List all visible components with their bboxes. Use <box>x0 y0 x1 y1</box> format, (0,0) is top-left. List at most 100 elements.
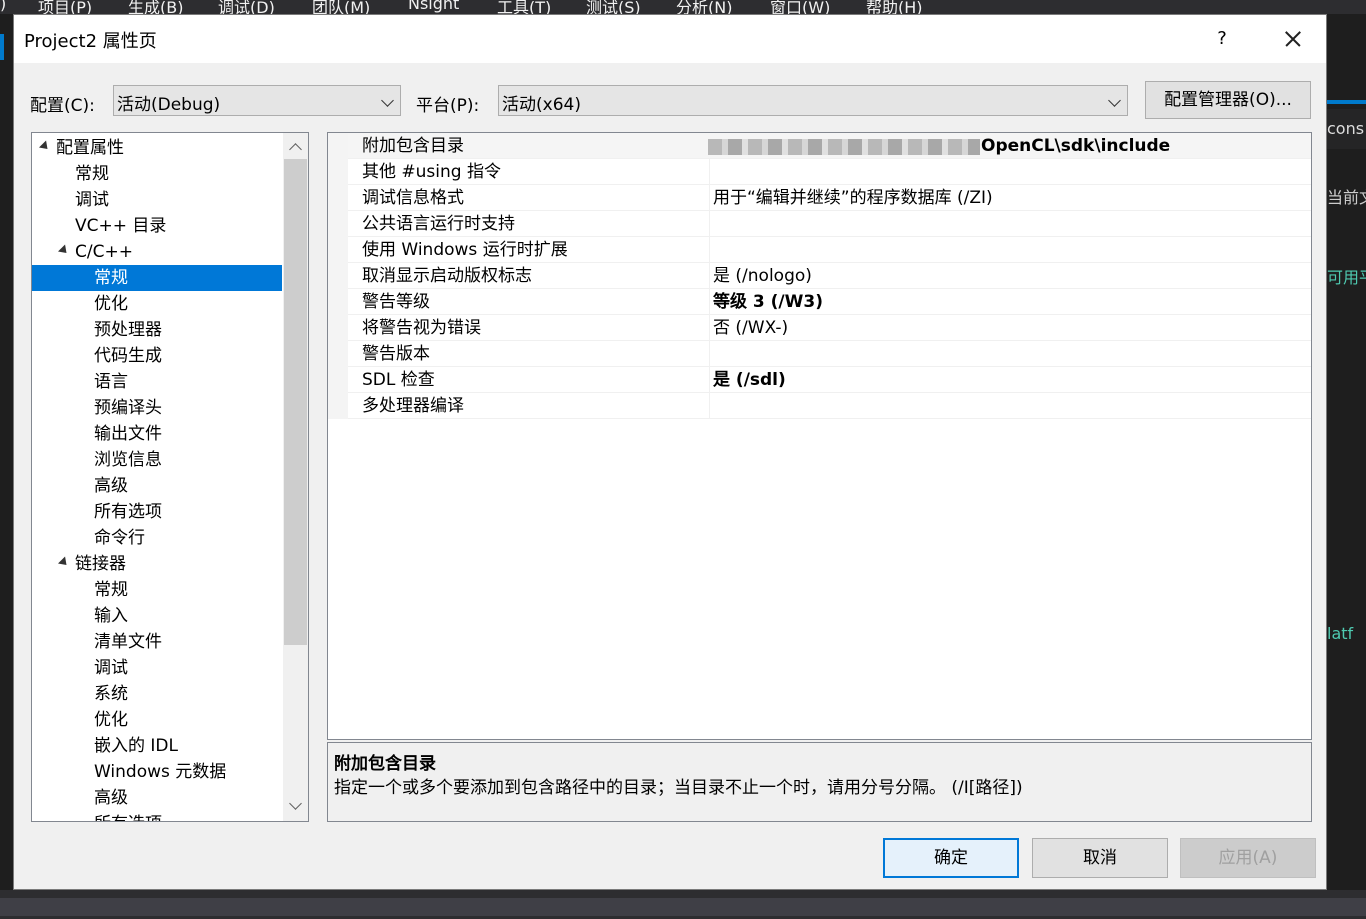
expand-arrow-icon[interactable] <box>57 556 71 569</box>
tree-item-linker-input[interactable]: 输入 <box>94 603 128 629</box>
tree-item-config-properties[interactable]: 配置属性 <box>56 135 124 161</box>
platform-select[interactable]: 活动(x64) <box>498 85 1128 116</box>
property-name: 其他 #using 指令 <box>362 162 501 182</box>
property-value[interactable]: 用于“编辑并继续”的程序数据库 (/ZI) <box>713 185 993 211</box>
tree-item-debugging[interactable]: 调试 <box>75 187 109 213</box>
tree-item-code-generation[interactable]: 代码生成 <box>94 343 162 369</box>
close-icon[interactable] <box>1272 23 1312 55</box>
tree-item-vc-directories[interactable]: VC++ 目录 <box>75 213 166 239</box>
column-divider <box>709 367 710 393</box>
property-value[interactable]: 是 (/nologo) <box>713 263 812 289</box>
description-title: 附加包含目录 <box>334 754 436 774</box>
ide-menu-debug[interactable]: 调试(D) <box>218 0 275 14</box>
description-body: 指定一个或多个要添加到包含路径中的目录；当目录不止一个时，请用分号分隔。 (/I… <box>334 778 1023 798</box>
table-row[interactable]: 调试信息格式 用于“编辑并继续”的程序数据库 (/ZI) <box>328 185 1311 211</box>
chevron-down-icon <box>381 94 394 107</box>
column-divider <box>709 263 710 289</box>
tree-item-general[interactable]: 常规 <box>75 161 109 187</box>
help-button[interactable]: ? <box>1204 23 1240 55</box>
tree-item-cpp-general-selected[interactable]: 常规 <box>32 265 282 291</box>
config-select-value: 活动(Debug) <box>117 95 221 115</box>
property-name: 使用 Windows 运行时扩展 <box>362 240 568 260</box>
table-row[interactable]: 公共语言运行时支持 <box>328 211 1311 237</box>
column-divider <box>709 159 710 185</box>
ide-menu-analyze[interactable]: 分析(N) <box>676 0 732 14</box>
ide-menu-test[interactable]: 测试(S) <box>586 0 641 14</box>
ide-menu-build[interactable]: 生成(B) <box>128 0 183 14</box>
ide-menu-team[interactable]: 团队(M) <box>312 0 370 14</box>
table-row[interactable]: 其他 #using 指令 <box>328 159 1311 185</box>
ide-menu-bar: ) 项目(P) 生成(B) 调试(D) 团队(M) Nsight 工具(T) 测… <box>0 0 1366 14</box>
dialog-titlebar: Project2 属性页 ? <box>14 15 1326 63</box>
property-grid: 附加包含目录 OpenCL\sdk\include 其他 #using 指令 调… <box>327 132 1312 740</box>
table-row[interactable]: 警告等级 等级 3 (/W3) <box>328 289 1311 315</box>
tree-item-language[interactable]: 语言 <box>94 369 128 395</box>
tree-item-advanced[interactable]: 高级 <box>94 473 128 499</box>
ok-button[interactable]: 确定 <box>883 838 1019 878</box>
ide-right-text: 当前文 <box>1327 188 1366 207</box>
ide-menu-nsight[interactable]: Nsight <box>408 0 459 13</box>
tree-item-output-files[interactable]: 输出文件 <box>94 421 162 447</box>
ide-right-panel: cons 当前文 可用平 latf <box>1327 14 1366 919</box>
table-row[interactable]: 多处理器编译 <box>328 393 1311 419</box>
property-value[interactable]: OpenCL\sdk\include <box>981 133 1170 159</box>
ide-right-text: cons <box>1327 109 1366 149</box>
tree-item-linker-advanced[interactable]: 高级 <box>94 785 128 811</box>
column-divider <box>709 237 710 263</box>
expand-arrow-icon[interactable] <box>38 140 52 153</box>
tree-item-optimization[interactable]: 优化 <box>94 291 128 317</box>
row-gutter <box>328 263 348 289</box>
ide-menu-window[interactable]: 窗口(W) <box>770 0 830 14</box>
table-row[interactable]: 警告版本 <box>328 341 1311 367</box>
scrollbar-thumb[interactable] <box>284 159 307 645</box>
row-gutter <box>328 393 348 419</box>
tree-item-browse-info[interactable]: 浏览信息 <box>94 447 162 473</box>
property-value[interactable]: 是 (/sdl) <box>713 367 786 393</box>
table-row[interactable]: 使用 Windows 运行时扩展 <box>328 237 1311 263</box>
row-gutter <box>328 289 348 315</box>
tree-item-all-options[interactable]: 所有选项 <box>94 499 162 525</box>
property-name: 取消显示启动版权标志 <box>362 266 532 286</box>
tree-item-linker-all-options[interactable]: 所有选项 <box>94 811 162 821</box>
chevron-down-icon[interactable] <box>289 797 302 810</box>
ide-menu-help[interactable]: 帮助(H) <box>866 0 923 14</box>
ide-menu-tools[interactable]: 工具(T) <box>497 0 551 14</box>
property-name: 将警告视为错误 <box>362 318 481 338</box>
ide-menu-fragment[interactable]: ) <box>0 0 6 13</box>
tree-scrollbar[interactable] <box>283 133 308 821</box>
tree-item-cpp[interactable]: C/C++ <box>75 239 133 265</box>
table-row[interactable]: 附加包含目录 OpenCL\sdk\include <box>328 133 1311 159</box>
chevron-up-icon[interactable] <box>289 143 302 156</box>
tree-item-embedded-idl[interactable]: 嵌入的 IDL <box>94 733 178 759</box>
config-select[interactable]: 活动(Debug) <box>113 85 401 116</box>
table-row[interactable]: 取消显示启动版权标志 是 (/nologo) <box>328 263 1311 289</box>
tree-item-windows-metadata[interactable]: Windows 元数据 <box>94 759 226 785</box>
tree-item-linker-debugging[interactable]: 调试 <box>94 655 128 681</box>
tree-item-linker[interactable]: 链接器 <box>75 551 126 577</box>
tree-item-manifest-file[interactable]: 清单文件 <box>94 629 162 655</box>
table-row[interactable]: SDL 检查 是 (/sdl) <box>328 367 1311 393</box>
dialog-title: Project2 属性页 <box>24 31 157 52</box>
table-row[interactable]: 将警告视为错误 否 (/WX-) <box>328 315 1311 341</box>
tree-item-system[interactable]: 系统 <box>94 681 128 707</box>
tree-item-preprocessor[interactable]: 预处理器 <box>94 317 162 343</box>
ide-right-code: 可用平 <box>1327 268 1366 287</box>
tree-item-precompiled-headers[interactable]: 预编译头 <box>94 395 162 421</box>
ide-menu-project[interactable]: 项目(P) <box>38 0 92 14</box>
property-tree: 配置属性 常规 调试 VC++ 目录 C/C++ 常规 优化 预处理器 代码生成… <box>31 132 309 822</box>
ide-bottom-bar <box>0 890 1366 919</box>
property-name: 附加包含目录 <box>362 136 464 156</box>
config-manager-button[interactable]: 配置管理器(O)... <box>1145 81 1311 119</box>
tree-item-command-line[interactable]: 命令行 <box>94 525 145 551</box>
tree-item-linker-general[interactable]: 常规 <box>94 577 128 603</box>
apply-button[interactable]: 应用(A) <box>1180 838 1316 878</box>
row-gutter <box>328 237 348 263</box>
property-value[interactable]: 等级 3 (/W3) <box>713 289 823 315</box>
property-value[interactable]: 否 (/WX-) <box>713 315 788 341</box>
config-label: 配置(C): <box>30 96 95 116</box>
row-gutter <box>328 211 348 237</box>
expand-arrow-icon[interactable] <box>57 244 71 257</box>
cancel-button[interactable]: 取消 <box>1032 838 1168 878</box>
tree-item-linker-optimization[interactable]: 优化 <box>94 707 128 733</box>
ide-right-tab-accent <box>1327 100 1366 104</box>
